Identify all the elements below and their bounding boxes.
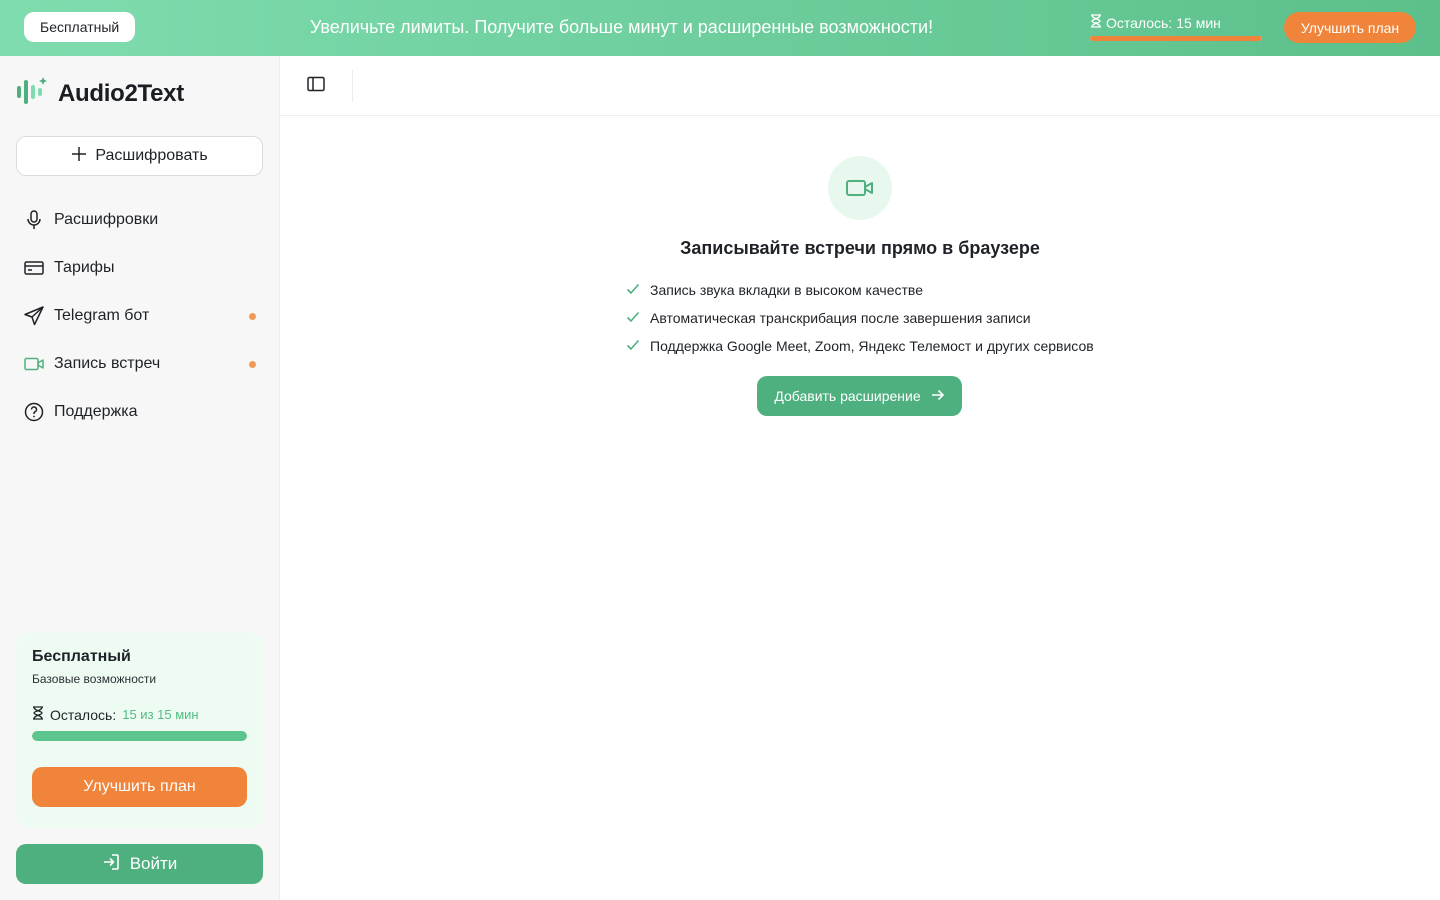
banner-remaining: Осталось: 15 мин (1090, 14, 1221, 31)
add-extension-label: Добавить расширение (774, 388, 921, 404)
banner-upgrade-button[interactable]: Улучшить план (1284, 12, 1416, 43)
check-icon (626, 310, 640, 326)
sidebar-item-transcriptions[interactable]: Расшифровки (16, 196, 264, 244)
video-camera-icon (828, 156, 892, 220)
sidebar-item-label: Поддержка (54, 403, 138, 420)
sidebar-toggle-button[interactable] (302, 72, 330, 100)
hourglass-icon (1090, 14, 1102, 31)
main-topbar (280, 56, 1440, 116)
plus-icon (71, 146, 87, 167)
topbar-divider (352, 70, 353, 102)
banner-remaining-value: 15 мин (1176, 14, 1221, 31)
plan-card-remaining: Осталось: 15 из 15 мин (32, 706, 247, 723)
check-icon (626, 338, 640, 354)
waveform-logo-icon (16, 76, 48, 111)
login-button[interactable]: Войти (16, 844, 263, 884)
list-item: Поддержка Google Meet, Zoom, Яндекс Теле… (626, 332, 1094, 360)
plan-card-upgrade-button[interactable]: Улучшить план (32, 767, 247, 807)
feature-text: Запись звука вкладки в высоком качестве (650, 282, 923, 298)
sidebar-item-meeting-recording[interactable]: Запись встреч (16, 340, 264, 388)
help-circle-icon (24, 402, 44, 422)
logo[interactable]: Audio2Text (16, 76, 184, 111)
feature-text: Поддержка Google Meet, Zoom, Яндекс Теле… (650, 338, 1094, 354)
sidebar-item-support[interactable]: Поддержка (16, 388, 264, 436)
sidebar-item-label: Тарифы (54, 259, 115, 276)
check-icon (626, 282, 640, 298)
login-label: Войти (129, 854, 178, 873)
banner-message: Увеличьте лимиты. Получите больше минут … (310, 17, 934, 37)
plan-card-remaining-label: Осталось: (50, 706, 117, 723)
plan-card-progress-fill (32, 731, 247, 741)
list-item: Автоматическая транскрибация после завер… (626, 304, 1094, 332)
sidebar-item-label: Запись встреч (54, 355, 161, 372)
sidebar: Audio2Text Расшифровать Расшифровки Тари… (0, 56, 280, 900)
card-icon (24, 258, 44, 278)
add-extension-button[interactable]: Добавить расширение (757, 376, 962, 416)
sidebar-item-label: Telegram бот (54, 307, 150, 324)
login-icon (102, 853, 120, 876)
promo-title: Записывайте встречи прямо в браузере (680, 238, 1040, 258)
sidebar-nav: Расшифровки Тарифы Telegram бот Запись в… (16, 196, 264, 436)
feature-text: Автоматическая транскрибация после завер… (650, 310, 1031, 326)
plan-card-progress-bar (32, 731, 247, 741)
sidebar-panel-icon (307, 76, 325, 97)
sidebar-item-tariffs[interactable]: Тарифы (16, 244, 264, 292)
notification-dot (249, 313, 256, 320)
video-camera-icon (24, 354, 44, 374)
microphone-icon (24, 210, 44, 230)
plan-card: Бесплатный Базовые возможности Осталось:… (16, 632, 263, 828)
new-transcription-button[interactable]: Расшифровать (16, 136, 263, 176)
arrow-right-icon (931, 388, 945, 404)
notification-dot (249, 361, 256, 368)
banner-progress-fill (1090, 36, 1262, 41)
plan-card-subtitle: Базовые возможности (32, 672, 157, 686)
plan-badge: Бесплатный (24, 12, 136, 42)
promo-feature-list: Запись звука вкладки в высоком качестве … (626, 276, 1094, 360)
banner-remaining-label: Осталось: (1106, 14, 1173, 31)
brand-name: Audio2Text (58, 79, 184, 107)
upgrade-banner: Бесплатный Увеличьте лимиты. Получите бо… (0, 0, 1440, 56)
new-transcription-label: Расшифровать (95, 147, 208, 164)
sidebar-item-label: Расшифровки (54, 211, 159, 228)
hourglass-icon (32, 706, 44, 723)
plan-card-remaining-value: 15 из 15 мин (122, 707, 199, 722)
sidebar-item-telegram-bot[interactable]: Telegram бот (16, 292, 264, 340)
plan-card-title: Бесплатный (32, 648, 131, 665)
banner-progress-bar (1090, 36, 1262, 41)
list-item: Запись звука вкладки в высоком качестве (626, 276, 1094, 304)
send-icon (24, 306, 44, 326)
